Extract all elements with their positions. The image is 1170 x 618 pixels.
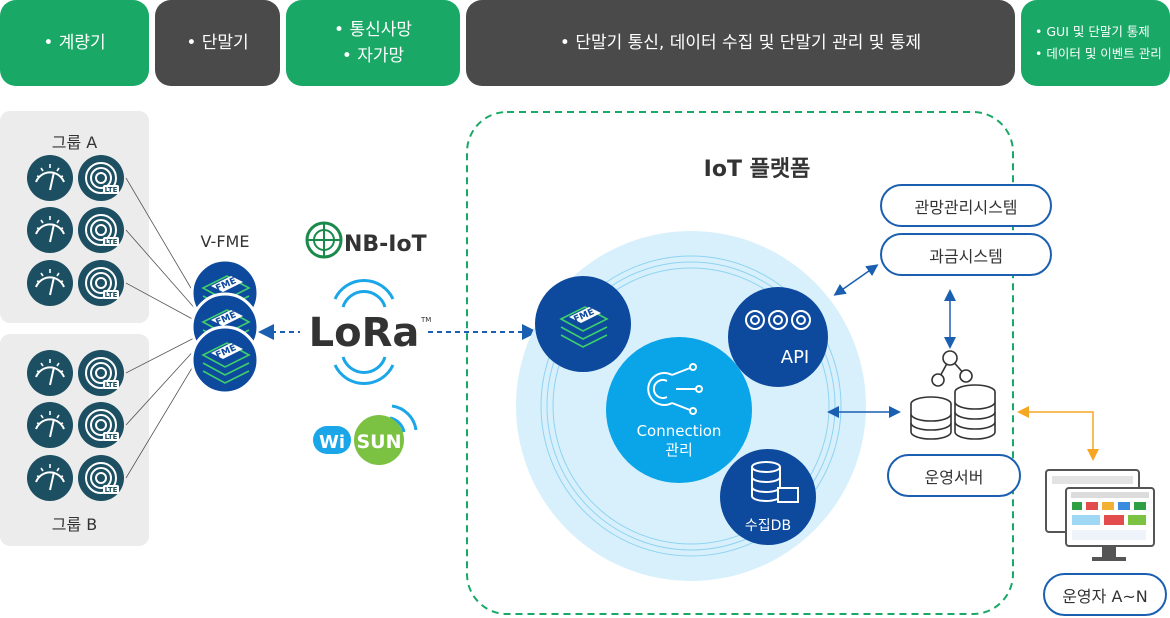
- monitor-icon: [1045, 469, 1155, 561]
- platform-connection-node: Connection 관리: [606, 337, 752, 483]
- server-label: 운영서버: [924, 467, 984, 487]
- operator: 운영자 A~N: [1043, 573, 1167, 616]
- meter-gauge-icon: [26, 454, 74, 502]
- api-billing-link: [833, 264, 879, 296]
- nbiot-text: NB-IoT: [344, 232, 427, 257]
- server-operator-link: [1017, 406, 1099, 461]
- platform-fme-node: [535, 276, 631, 372]
- platform-db-node: 수집DB: [720, 449, 816, 545]
- iot-diagram: LTE FME: [26, 111, 1155, 615]
- meter-gauge-icon: [26, 401, 74, 449]
- nms-system: 관망관리시스템: [880, 184, 1052, 227]
- wisun-wi-text: Wi: [319, 432, 345, 453]
- lora-text: LoRa: [309, 310, 420, 356]
- meter-gauge-icon: [26, 349, 74, 397]
- operation-server: 운영서버: [887, 454, 1021, 497]
- lte-modem-icon: [77, 154, 125, 202]
- meter-gauge-icon: [26, 259, 74, 307]
- lte-modem-icon: [77, 401, 125, 449]
- platform-api-node: API: [728, 287, 828, 387]
- server-icon: [910, 350, 996, 440]
- connection-sub-label: 관리: [665, 441, 693, 459]
- billing-system: 과금시스템: [880, 233, 1052, 276]
- lte-modem-icon: [77, 259, 125, 307]
- lte-modem-icon: [77, 349, 125, 397]
- platform-title: IoT 플랫폼: [704, 157, 811, 182]
- operator-label: 운영자 A~N: [1062, 586, 1148, 606]
- lte-modem-icon: [77, 454, 125, 502]
- lte-modem-icon: [77, 206, 125, 254]
- api-label: API: [781, 347, 809, 368]
- wisun-sun-text: SUN: [356, 431, 401, 453]
- device-links: [125, 177, 199, 479]
- vfme-stack: [190, 258, 260, 395]
- lora-tm: TM: [420, 316, 431, 324]
- vfme-label: V-FME: [201, 232, 250, 251]
- nms-label: 관망관리시스템: [914, 197, 1018, 217]
- group-a-devices: [26, 154, 125, 307]
- db-label: 수집DB: [745, 518, 791, 534]
- lora-logo: LoRa TM: [309, 279, 431, 385]
- billing-label: 과금시스템: [929, 246, 1003, 266]
- meter-gauge-icon: [26, 206, 74, 254]
- meter-gauge-icon: [26, 154, 74, 202]
- group-b-devices: [26, 349, 125, 502]
- nbiot-logo: NB-IoT: [305, 221, 427, 259]
- connection-label: Connection: [637, 422, 722, 440]
- wisun-logo: Wi SUN: [313, 404, 418, 465]
